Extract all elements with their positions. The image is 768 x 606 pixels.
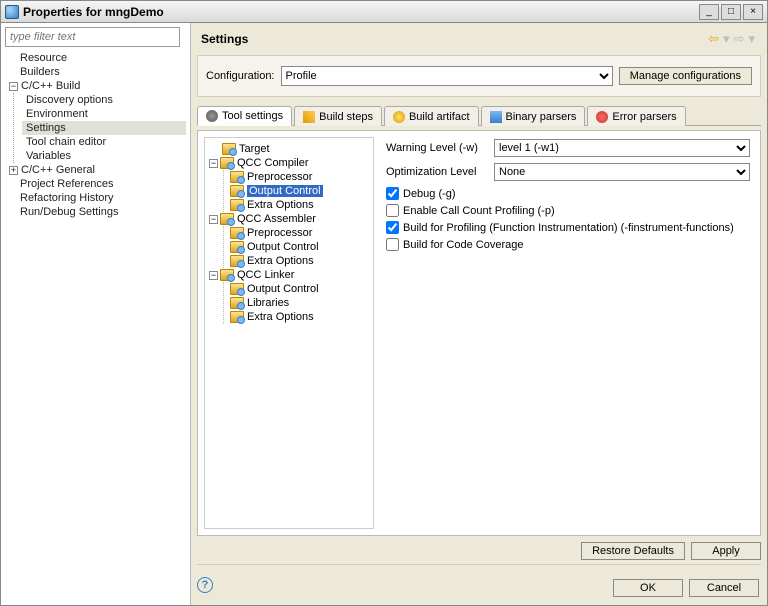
tool-compiler-extra[interactable]: Extra Options: [230, 198, 369, 212]
nav-discovery[interactable]: Discovery options: [22, 93, 186, 107]
nav-builders[interactable]: Builders: [5, 65, 186, 79]
tool-tree: Target −QCC Compiler Preprocessor Output…: [204, 137, 374, 529]
nav-projrefs[interactable]: Project References: [5, 177, 186, 191]
forward-dropdown-icon[interactable]: ▾: [748, 31, 755, 47]
warning-level-label: Warning Level (-w): [386, 142, 494, 154]
artifact-icon: [393, 111, 405, 123]
page-title: Settings: [201, 32, 706, 46]
folder-icon: [220, 269, 234, 281]
error-icon: [596, 111, 608, 123]
back-dropdown-icon[interactable]: ▾: [723, 31, 730, 47]
debug-label: Debug (-g): [403, 188, 456, 200]
app-icon: [5, 5, 19, 19]
folder-icon: [220, 157, 234, 169]
callcount-checkbox[interactable]: [386, 204, 399, 217]
config-select[interactable]: Profile: [281, 66, 613, 86]
tab-bar: Tool settings Build steps Build artifact…: [197, 105, 761, 126]
tool-compiler-output[interactable]: Output Control: [230, 184, 369, 198]
page-buttons: Restore Defaults Apply: [197, 536, 761, 565]
nav-settings[interactable]: Settings: [22, 121, 186, 135]
manage-config-button[interactable]: Manage configurations: [619, 67, 752, 85]
nav-rundebug[interactable]: Run/Debug Settings: [5, 205, 186, 219]
tool-assembler-extra[interactable]: Extra Options: [230, 254, 369, 268]
cancel-button[interactable]: Cancel: [689, 579, 759, 597]
title-bar: Properties for mngDemo _ □ ×: [1, 1, 767, 23]
ok-button[interactable]: OK: [613, 579, 683, 597]
tab-error-parsers[interactable]: Error parsers: [587, 106, 685, 126]
coverage-checkbox[interactable]: [386, 238, 399, 251]
main-pane: Settings ⇦ ▾ ⇨ ▾ Configuration: Profile …: [191, 23, 767, 605]
folder-icon: [230, 255, 244, 267]
steps-icon: [303, 111, 315, 123]
optimization-label: Optimization Level: [386, 166, 494, 178]
tool-linker[interactable]: −QCC Linker: [209, 268, 369, 282]
tool-target[interactable]: Target: [209, 142, 369, 156]
nav-tree: Resource Builders −C/C++ Build Discovery…: [5, 51, 186, 601]
tool-compiler-preproc[interactable]: Preprocessor: [230, 170, 369, 184]
filter-input[interactable]: [5, 27, 180, 47]
folder-icon: [230, 171, 244, 183]
debug-checkbox[interactable]: [386, 187, 399, 200]
folder-icon: [222, 143, 236, 155]
profiling-checkbox[interactable]: [386, 221, 399, 234]
close-button[interactable]: ×: [743, 4, 763, 20]
folder-icon: [230, 241, 244, 253]
tab-build-artifact[interactable]: Build artifact: [384, 106, 479, 126]
minimize-button[interactable]: _: [699, 4, 719, 20]
tool-linker-output[interactable]: Output Control: [230, 282, 369, 296]
binary-icon: [490, 111, 502, 123]
coverage-label: Build for Code Coverage: [403, 239, 523, 251]
nav-pane: Resource Builders −C/C++ Build Discovery…: [1, 23, 191, 605]
tab-tool-settings[interactable]: Tool settings: [197, 106, 292, 126]
back-arrow-icon[interactable]: ⇦: [708, 31, 719, 47]
folder-icon: [230, 283, 244, 295]
folder-icon: [230, 199, 244, 211]
folder-icon: [230, 185, 244, 197]
nav-environment[interactable]: Environment: [22, 107, 186, 121]
tool-assembler[interactable]: −QCC Assembler: [209, 212, 369, 226]
forward-arrow-icon[interactable]: ⇨: [734, 31, 745, 47]
tool-assembler-output[interactable]: Output Control: [230, 240, 369, 254]
apply-button[interactable]: Apply: [691, 542, 761, 560]
callcount-label: Enable Call Count Profiling (-p): [403, 205, 555, 217]
settings-body: Target −QCC Compiler Preprocessor Output…: [197, 130, 761, 536]
nav-refactor[interactable]: Refactoring History: [5, 191, 186, 205]
nav-toolchain[interactable]: Tool chain editor: [22, 135, 186, 149]
help-icon[interactable]: ?: [197, 577, 213, 593]
dialog-footer: ? OK Cancel: [197, 565, 761, 599]
tool-compiler[interactable]: −QCC Compiler: [209, 156, 369, 170]
folder-icon: [220, 213, 234, 225]
nav-variables[interactable]: Variables: [22, 149, 186, 163]
tool-linker-libraries[interactable]: Libraries: [230, 296, 369, 310]
optimization-select[interactable]: None: [494, 163, 750, 181]
warning-level-select[interactable]: level 1 (-w1): [494, 139, 750, 157]
folder-icon: [230, 311, 244, 323]
config-bar: Configuration: Profile Manage configurat…: [197, 55, 761, 97]
page-header: Settings ⇦ ▾ ⇨ ▾: [197, 25, 761, 53]
nav-resource[interactable]: Resource: [5, 51, 186, 65]
tab-build-steps[interactable]: Build steps: [294, 106, 382, 126]
tab-binary-parsers[interactable]: Binary parsers: [481, 106, 586, 126]
restore-defaults-button[interactable]: Restore Defaults: [581, 542, 685, 560]
folder-icon: [230, 227, 244, 239]
window-title: Properties for mngDemo: [23, 5, 697, 19]
folder-icon: [230, 297, 244, 309]
maximize-button[interactable]: □: [721, 4, 741, 20]
tool-form: Warning Level (-w) level 1 (-w1) Optimiz…: [382, 137, 754, 529]
gear-icon: [206, 110, 218, 122]
profiling-label: Build for Profiling (Function Instrument…: [403, 222, 734, 234]
nav-ccbuild[interactable]: −C/C++ Build: [5, 79, 186, 93]
tool-linker-extra[interactable]: Extra Options: [230, 310, 369, 324]
nav-ccgeneral[interactable]: +C/C++ General: [5, 163, 186, 177]
config-label: Configuration:: [206, 70, 275, 82]
tool-assembler-preproc[interactable]: Preprocessor: [230, 226, 369, 240]
